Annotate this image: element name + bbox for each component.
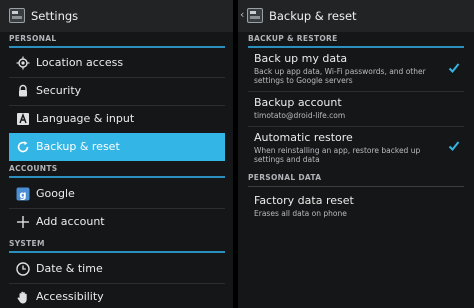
settings-item-label: Accessibility <box>36 290 104 303</box>
section-header-personal: PERSONAL <box>9 32 225 48</box>
backup-reset-title: Backup & reset <box>269 9 357 23</box>
svg-text:g: g <box>19 190 26 201</box>
section-header-personal-data: PERSONAL DATA <box>248 171 464 187</box>
pref-factory-data-reset[interactable]: Factory data reset Erases all data on ph… <box>254 194 464 218</box>
settings-item-label: Location access <box>36 56 124 69</box>
section-header-accounts: ACCOUNTS <box>9 162 225 178</box>
settings-item-security[interactable]: Security <box>0 77 233 105</box>
divider <box>248 91 464 92</box>
backup-reset-pane: ‹ Backup & reset BACKUP & RESTORE Back u… <box>238 0 474 308</box>
keyboard-icon <box>17 113 29 125</box>
settings-app-icon[interactable] <box>247 8 263 23</box>
pref-summary: Back up app data, Wi-Fi passwords, and o… <box>254 67 426 85</box>
pref-back-up-my-data[interactable]: Back up my data Back up app data, Wi-Fi … <box>254 52 464 85</box>
divider <box>248 126 464 127</box>
settings-app-icon[interactable] <box>9 8 25 23</box>
pref-summary: timotato@droid-life.com <box>254 111 346 120</box>
settings-item-backup-reset[interactable]: Backup & reset <box>9 133 225 161</box>
settings-item-label: Language & input <box>36 112 135 125</box>
section-header-backup-restore: BACKUP & RESTORE <box>248 32 464 48</box>
settings-item-label: Date & time <box>36 262 103 275</box>
location-icon <box>16 56 30 70</box>
settings-item-location-access[interactable]: Location access <box>0 49 233 77</box>
settings-action-bar: Settings <box>0 0 233 32</box>
plus-icon <box>17 216 29 228</box>
backup-icon <box>17 141 29 153</box>
automatic-restore-checkbox[interactable] <box>448 140 460 152</box>
pref-title: Back up my data <box>254 52 348 65</box>
settings-item-label: Backup & reset <box>36 140 120 153</box>
google-icon: g <box>16 187 30 201</box>
backup-action-bar: ‹ Backup & reset <box>238 0 474 32</box>
settings-item-add-account[interactable]: Add account <box>0 208 233 236</box>
settings-item-language-input[interactable]: Language & input <box>0 105 233 133</box>
back-caret-icon[interactable]: ‹ <box>240 8 244 21</box>
lock-icon <box>19 84 27 97</box>
settings-item-label: Add account <box>36 215 105 228</box>
pref-title: Automatic restore <box>254 131 353 144</box>
hand-icon <box>17 291 27 304</box>
pref-backup-account[interactable]: Backup account timotato@droid-life.com <box>254 96 464 120</box>
pref-summary: When reinstalling an app, restore backed… <box>254 146 421 164</box>
pref-automatic-restore[interactable]: Automatic restore When reinstalling an a… <box>254 131 464 164</box>
section-header-system: SYSTEM <box>9 237 225 253</box>
pref-title: Backup account <box>254 96 342 109</box>
clock-icon <box>16 262 30 276</box>
pref-summary: Erases all data on phone <box>254 209 347 218</box>
pref-title: Factory data reset <box>254 194 354 207</box>
back-up-checkbox[interactable] <box>448 62 460 74</box>
settings-item-label: Security <box>36 84 82 97</box>
settings-title: Settings <box>31 9 79 23</box>
settings-item-date-time[interactable]: Date & time <box>0 255 233 283</box>
settings-pane: Settings PERSONAL Location access Securi… <box>0 0 233 308</box>
settings-item-google[interactable]: g Google <box>0 180 233 208</box>
settings-item-accessibility[interactable]: Accessibility <box>0 283 233 308</box>
settings-item-label: Google <box>36 187 75 200</box>
